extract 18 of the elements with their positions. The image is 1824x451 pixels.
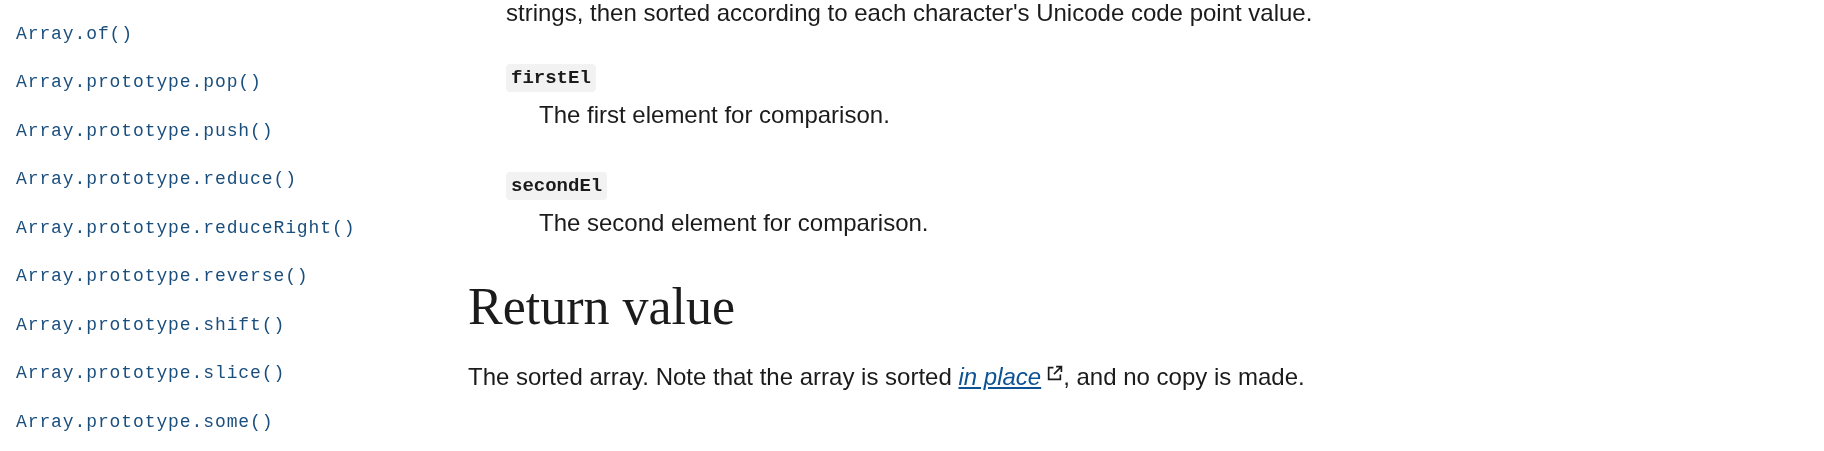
sidebar-link[interactable]: Array.prototype.shift() [16,311,286,339]
sidebar-link[interactable]: Array.prototype.slice() [16,360,286,388]
sidebar-link[interactable]: Array.of() [16,20,134,48]
sidebar-link[interactable]: Array.prototype.reduce() [16,166,297,194]
parameter-name: secondEl [506,172,608,200]
sidebar-link[interactable]: Array.prototype.reverse() [16,263,309,291]
sidebar-link[interactable]: Array.prototype.pop() [16,69,262,97]
parameter-description: The first element for comparison. [538,101,891,129]
sidebar-link[interactable]: Array.prototype.reduceRight() [16,214,356,242]
section-heading: Return value [468,279,737,335]
sidebar-link[interactable]: Array.prototype.push() [16,117,274,145]
paragraph-text: strings, then sorted according to each character's Unicode code point value. [505,0,1314,26]
sidebar-link[interactable]: Array.prototype.some() [16,408,274,436]
parameter-description: The second element for comparison. [538,209,930,237]
in-place-link[interactable]: in place [958,363,1042,390]
parameter-name: firstEl [506,64,596,92]
external-link-icon [1046,365,1064,382]
paragraph-text: The sorted array. Note that the array is sorted in place , and no copy is made. [468,363,1306,391]
